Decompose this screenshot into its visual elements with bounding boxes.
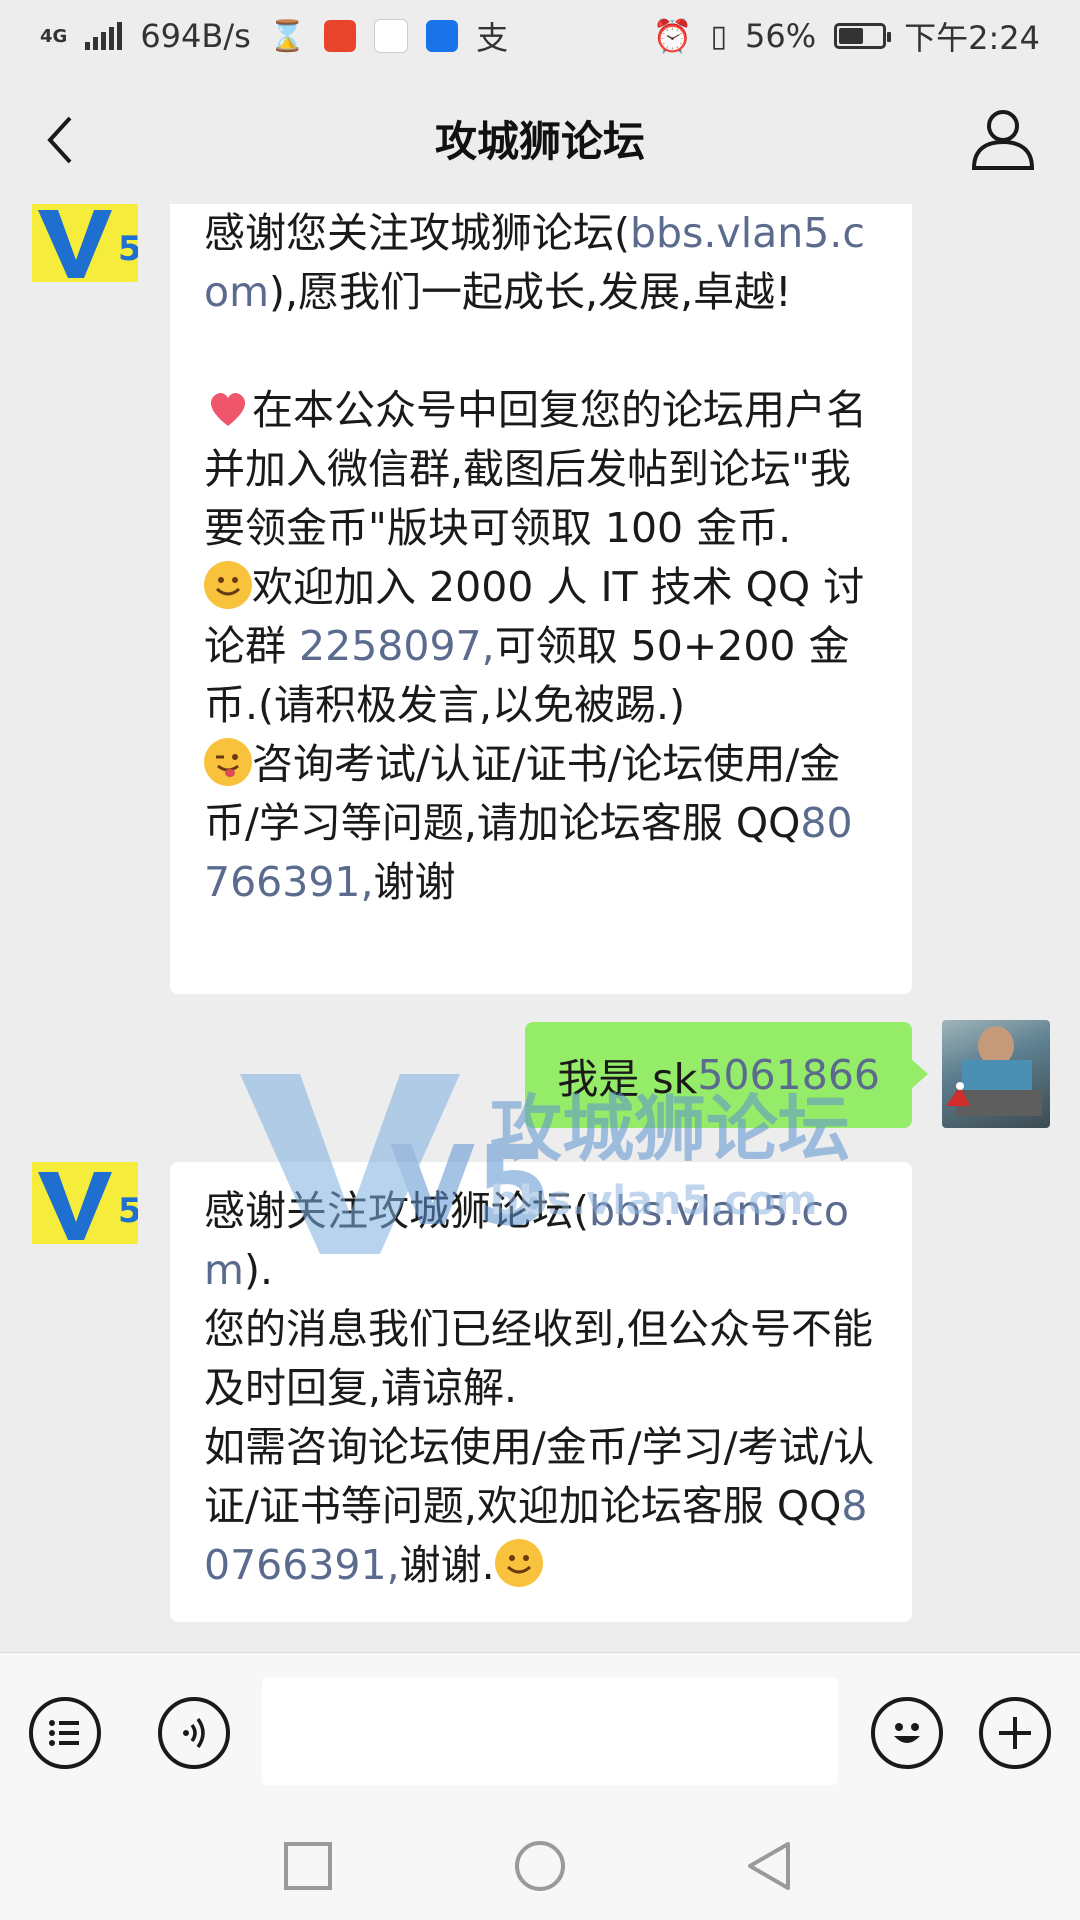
- message-text: 我是 sk: [557, 1055, 698, 1103]
- person-icon[interactable]: [968, 104, 1038, 174]
- message-text: 感谢您关注攻城狮论坛(: [204, 209, 630, 257]
- signal-icon: [85, 22, 123, 50]
- input-bar: [0, 1652, 1080, 1809]
- home-circle-icon[interactable]: [512, 1838, 568, 1894]
- status-bar: 4G 694B/s ⌛ 支 ⏰ ▯ 56% 下午2:24: [0, 0, 1080, 72]
- battery-percent: 56%: [745, 17, 817, 55]
- message-text: 咨询考试/认证/证书/论坛使用/金币/学习等问题,请加论坛客服 QQ: [204, 740, 841, 847]
- user-photo-icon: [946, 1026, 1042, 1116]
- message-input[interactable]: [262, 1677, 838, 1785]
- vibrate-icon: ▯: [710, 18, 727, 54]
- message-text: 感谢关注攻城狮论坛(: [204, 1187, 589, 1235]
- list-icon[interactable]: [29, 1697, 101, 1769]
- heart-icon: [204, 384, 252, 432]
- message-text: 在本公众号中回复您的论坛用户名并加入微信群,截图后发帖到论坛"我要领金币"版块可…: [204, 386, 867, 552]
- message-text: 谢谢: [373, 858, 456, 906]
- message-bubble-outgoing[interactable]: 我是 sk 5061866: [525, 1022, 928, 1128]
- shield-app-icon: [426, 20, 459, 52]
- recents-square-icon[interactable]: [280, 1838, 336, 1894]
- official-account-avatar[interactable]: 5: [32, 204, 138, 282]
- status-left: 4G 694B/s ⌛ 支: [40, 13, 508, 59]
- network-speed: 694B/s: [140, 17, 251, 55]
- clock: 下午2:24: [904, 19, 1040, 57]
- system-nav-bar: [0, 1808, 1080, 1920]
- message-text: ). 您的消息我们已经收到,但公众号不能及时回复,请谅解. 如需咨询论坛使用/金…: [204, 1246, 875, 1530]
- chevron-left-icon[interactable]: [34, 110, 94, 170]
- qq-group-link[interactable]: 2258097,: [299, 622, 495, 670]
- smile-emoji-icon: [494, 1539, 543, 1587]
- v5-logo-icon: 5: [38, 1172, 138, 1240]
- network-label: 4G: [40, 25, 68, 47]
- wifi-app-icon: [374, 19, 409, 53]
- smile-emoji-icon: [204, 561, 252, 609]
- status-right: ⏰ ▯ 56% 下午2:24: [653, 13, 1040, 59]
- bank-app-icon: [324, 20, 357, 52]
- voice-icon[interactable]: [158, 1697, 230, 1769]
- svg-text:5: 5: [118, 1191, 138, 1231]
- hourglass-icon: ⌛: [268, 18, 307, 54]
- v5-logo-icon: 5: [38, 210, 138, 278]
- svg-text:5: 5: [118, 229, 138, 269]
- back-triangle-icon[interactable]: [742, 1838, 798, 1894]
- alipay-icon: 支: [476, 19, 509, 57]
- alarm-icon: ⏰: [652, 17, 693, 55]
- message-text: ),愿我们一起成长,发展,卓越!: [269, 268, 792, 316]
- battery-icon: [834, 23, 892, 49]
- message-text: 谢谢.: [399, 1541, 495, 1589]
- message-bubble-incoming[interactable]: 感谢关注攻城狮论坛(bbs.vlan5.com). 您的消息我们已经收到,但公众…: [170, 1162, 912, 1622]
- plus-icon[interactable]: [979, 1697, 1051, 1769]
- official-account-avatar[interactable]: 5: [32, 1162, 138, 1244]
- wink-emoji-icon: [204, 738, 252, 786]
- phone-number-link[interactable]: 5061866: [697, 1051, 880, 1099]
- smiley-icon[interactable]: [871, 1697, 943, 1769]
- nav-bar: 攻城狮论坛: [0, 72, 1080, 204]
- message-bubble-incoming[interactable]: 感谢您关注攻城狮论坛(bbs.vlan5.com),愿我们一起成长,发展,卓越!…: [170, 204, 912, 994]
- user-avatar[interactable]: [942, 1020, 1050, 1128]
- page-title: 攻城狮论坛: [434, 116, 645, 166]
- chat-area[interactable]: 5 感谢您关注攻城狮论坛(bbs.vlan5.com),愿我们一起成长,发展,卓…: [0, 204, 1080, 1652]
